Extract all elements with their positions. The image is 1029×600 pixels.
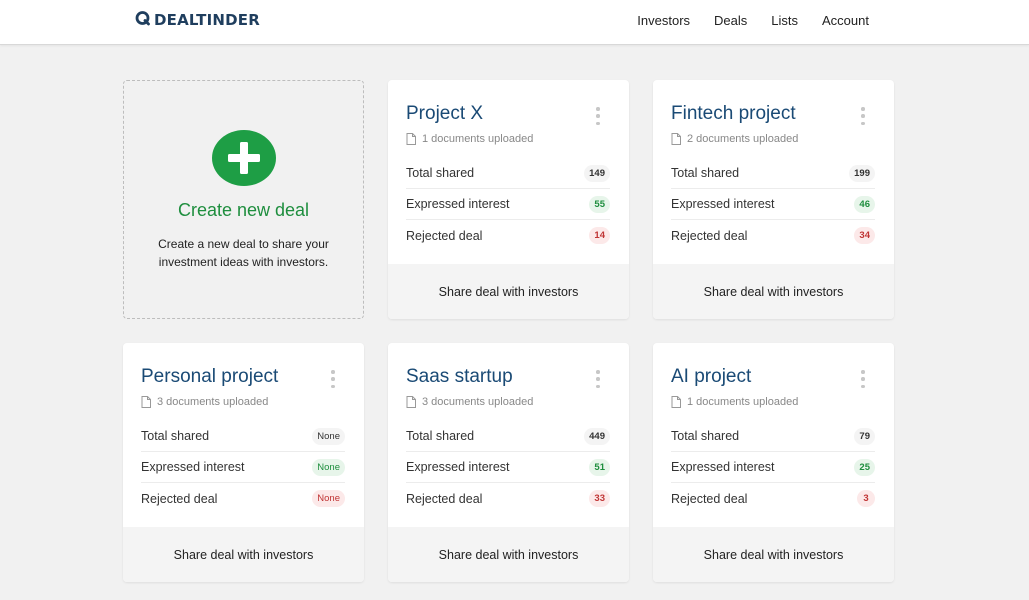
documents-info: 1 documents uploaded xyxy=(406,132,533,146)
total-shared-badge: 79 xyxy=(854,427,875,445)
deal-card-saas-startup: Saas startup 3 documents uploaded Total … xyxy=(388,343,629,582)
more-options-icon[interactable] xyxy=(595,370,601,388)
interest-badge: 51 xyxy=(589,458,610,476)
main-nav: Investors Deals Lists Account xyxy=(637,0,869,40)
deal-title[interactable]: Project X xyxy=(406,103,483,125)
documents-count: 1 documents uploaded xyxy=(687,396,799,408)
stat-total-shared: Total shared 149 xyxy=(406,158,610,189)
stat-label: Expressed interest xyxy=(671,460,775,474)
share-deal-button[interactable]: Share deal with investors xyxy=(123,527,364,582)
stat-total-shared: Total shared 199 xyxy=(671,158,875,189)
stat-label: Total shared xyxy=(141,429,210,443)
deal-card-project-x: Project X 1 documents uploaded Total sha… xyxy=(388,80,629,319)
documents-count: 1 documents uploaded xyxy=(422,133,534,145)
stat-label: Rejected deal xyxy=(406,491,483,506)
stat-expressed-interest: Expressed interest None xyxy=(141,452,345,483)
total-shared-badge: 199 xyxy=(849,164,875,182)
document-icon xyxy=(406,396,416,408)
top-header: DEALTINDER Investors Deals Lists Account xyxy=(0,0,1029,45)
nav-investors[interactable]: Investors xyxy=(637,13,690,28)
stat-label: Rejected deal xyxy=(671,491,748,506)
interest-badge: 46 xyxy=(854,195,875,213)
stat-label: Expressed interest xyxy=(141,460,245,474)
rejected-badge: 33 xyxy=(589,490,610,507)
document-icon xyxy=(141,396,151,408)
documents-info: 3 documents uploaded xyxy=(141,395,268,409)
document-icon xyxy=(671,396,681,408)
nav-deals[interactable]: Deals xyxy=(714,13,747,28)
share-deal-button[interactable]: Share deal with investors xyxy=(653,527,894,582)
stat-label: Rejected deal xyxy=(671,228,748,243)
stat-label: Expressed interest xyxy=(406,460,510,474)
stat-label: Total shared xyxy=(671,166,740,180)
share-deal-button[interactable]: Share deal with investors xyxy=(653,264,894,319)
deal-stats: Total shared 79 Expressed interest 25 Re… xyxy=(671,421,875,514)
stat-total-shared: Total shared 449 xyxy=(406,421,610,452)
deal-stats: Total shared 449 Expressed interest 51 R… xyxy=(406,421,610,514)
stat-rejected-deal: Rejected deal 33 xyxy=(406,483,610,514)
stat-label: Expressed interest xyxy=(406,197,510,211)
rejected-badge: 14 xyxy=(589,227,610,244)
stat-total-shared: Total shared None xyxy=(141,421,345,452)
nav-lists[interactable]: Lists xyxy=(771,13,798,28)
deal-title[interactable]: Fintech project xyxy=(671,103,796,125)
more-options-icon[interactable] xyxy=(860,107,866,125)
total-shared-badge: 149 xyxy=(584,164,610,182)
deal-title[interactable]: Saas startup xyxy=(406,366,513,388)
stat-total-shared: Total shared 79 xyxy=(671,421,875,452)
documents-info: 2 documents uploaded xyxy=(671,132,798,146)
stat-expressed-interest: Expressed interest 55 xyxy=(406,189,610,220)
stat-rejected-deal: Rejected deal 34 xyxy=(671,220,875,251)
logo-text: DEALTINDER xyxy=(154,11,260,29)
interest-badge: 55 xyxy=(589,195,610,213)
document-icon xyxy=(406,133,416,145)
stat-label: Rejected deal xyxy=(141,491,218,506)
nav-account[interactable]: Account xyxy=(822,13,869,28)
share-deal-button[interactable]: Share deal with investors xyxy=(388,264,629,319)
more-options-icon[interactable] xyxy=(860,370,866,388)
stat-label: Expressed interest xyxy=(671,197,775,211)
stat-label: Rejected deal xyxy=(406,228,483,243)
interest-badge: 25 xyxy=(854,458,875,476)
documents-count: 3 documents uploaded xyxy=(422,396,534,408)
deal-card-ai-project: AI project 1 documents uploaded Total sh… xyxy=(653,343,894,582)
documents-info: 1 documents uploaded xyxy=(671,395,798,409)
stat-label: Total shared xyxy=(671,429,740,443)
deal-title[interactable]: AI project xyxy=(671,366,751,388)
stat-rejected-deal: Rejected deal 14 xyxy=(406,220,610,251)
documents-info: 3 documents uploaded xyxy=(406,395,533,409)
deal-stats: Total shared 199 Expressed interest 46 R… xyxy=(671,158,875,251)
stat-rejected-deal: Rejected deal 3 xyxy=(671,483,875,514)
stat-label: Total shared xyxy=(406,166,475,180)
total-shared-badge: None xyxy=(312,427,345,445)
create-deal-card[interactable]: Create new deal Create a new deal to sha… xyxy=(123,80,364,319)
rejected-badge: None xyxy=(312,490,345,507)
plus-circle-icon[interactable] xyxy=(211,130,276,186)
deal-stats: Total shared None Expressed interest Non… xyxy=(141,421,345,514)
deal-card-personal-project: Personal project 3 documents uploaded To… xyxy=(123,343,364,582)
stat-expressed-interest: Expressed interest 51 xyxy=(406,452,610,483)
share-deal-button[interactable]: Share deal with investors xyxy=(388,527,629,582)
logo-icon xyxy=(135,10,151,31)
rejected-badge: 34 xyxy=(854,227,875,244)
deal-card-fintech-project: Fintech project 2 documents uploaded Tot… xyxy=(653,80,894,319)
deal-stats: Total shared 149 Expressed interest 55 R… xyxy=(406,158,610,251)
app-logo[interactable]: DEALTINDER xyxy=(135,10,260,30)
document-icon xyxy=(671,133,681,145)
rejected-badge: 3 xyxy=(857,490,875,507)
create-deal-description: Create a new deal to share your investme… xyxy=(158,237,329,269)
documents-count: 2 documents uploaded xyxy=(687,133,799,145)
stat-expressed-interest: Expressed interest 25 xyxy=(671,452,875,483)
stat-rejected-deal: Rejected deal None xyxy=(141,483,345,514)
stat-label: Total shared xyxy=(406,429,475,443)
more-options-icon[interactable] xyxy=(595,107,601,125)
total-shared-badge: 449 xyxy=(584,427,610,445)
documents-count: 3 documents uploaded xyxy=(157,396,269,408)
stat-expressed-interest: Expressed interest 46 xyxy=(671,189,875,220)
interest-badge: None xyxy=(312,458,345,476)
deal-title[interactable]: Personal project xyxy=(141,366,278,388)
more-options-icon[interactable] xyxy=(330,370,336,388)
create-deal-title: Create new deal xyxy=(177,200,310,220)
